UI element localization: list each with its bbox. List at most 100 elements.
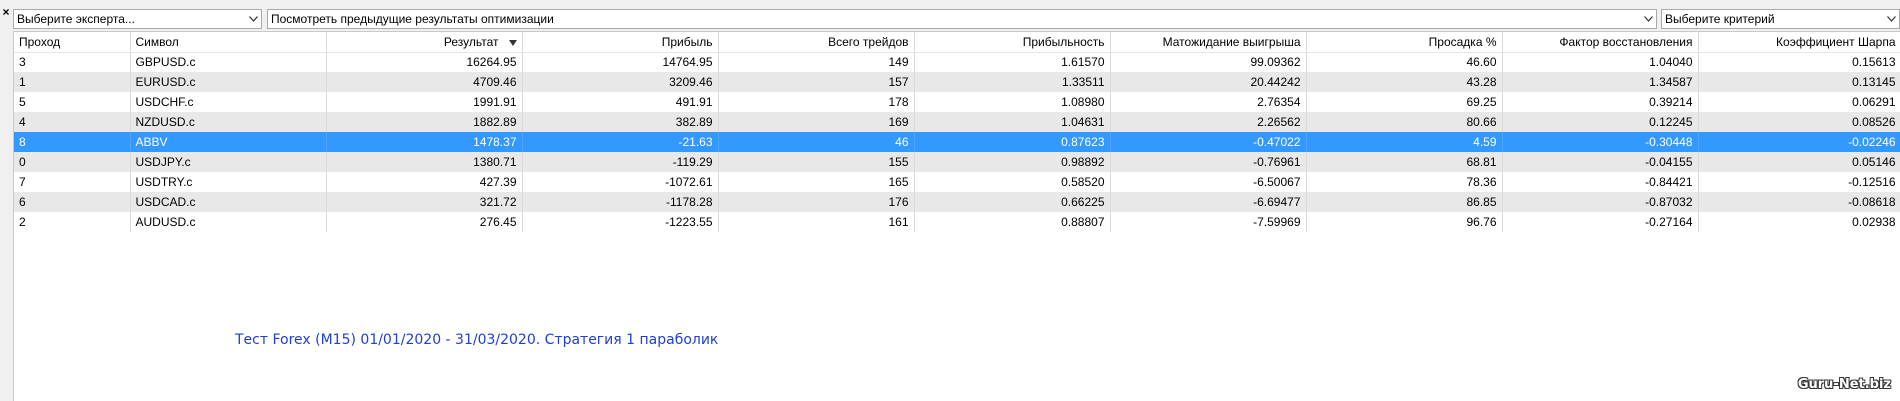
table-cell: 20.44242 <box>1110 72 1307 92</box>
table-cell: -1178.28 <box>522 192 719 212</box>
table-cell: 0.08526 <box>1698 112 1900 132</box>
table-cell: USDTRY.c <box>130 172 327 192</box>
table-cell: USDJPY.c <box>130 152 327 172</box>
table-cell: GBPUSD.c <box>130 52 327 72</box>
table-cell: -7.59969 <box>1110 212 1307 232</box>
test-caption: Тест Forex (M15) 01/01/2020 - 31/03/2020… <box>235 332 719 348</box>
table-row[interactable]: 6 USDCAD.c 321.72 -1178.28 176 0.66225 -6.6947… <box>14 192 1900 212</box>
table-cell: 6 <box>14 192 131 212</box>
table-cell: -1223.55 <box>522 212 719 232</box>
table-cell: 4709.46 <box>326 72 523 92</box>
chevron-down-icon[interactable] <box>245 10 261 28</box>
table-cell: 99.09362 <box>1110 52 1307 72</box>
table-cell: 1.04040 <box>1502 52 1699 72</box>
table-cell: 1.08980 <box>914 92 1111 112</box>
table-cell: 0.05146 <box>1698 152 1900 172</box>
table-cell: 491.91 <box>522 92 719 112</box>
table-cell: 1 <box>14 72 131 92</box>
table-cell: 1882.89 <box>326 112 523 132</box>
table-cell: -0.08618 <box>1698 192 1900 212</box>
column-header-result[interactable]: Результат <box>326 32 523 53</box>
criteria-select[interactable]: Выберите критерий <box>1661 9 1900 29</box>
column-header-recovery-factor[interactable]: Фактор восстановления <box>1502 32 1699 53</box>
table-cell: 8 <box>14 132 131 152</box>
table-cell: 43.28 <box>1306 72 1503 92</box>
close-icon[interactable]: × <box>0 4 12 20</box>
table-cell: 2 <box>14 212 131 232</box>
table-cell: USDCHF.c <box>130 92 327 112</box>
table-cell: 1.33511 <box>914 72 1111 92</box>
table-cell: 1.34587 <box>1502 72 1699 92</box>
previous-results-select[interactable]: Посмотреть предыдущие результаты оптимиз… <box>267 9 1657 29</box>
table-cell: 178 <box>718 92 915 112</box>
previous-results-select-value: Посмотреть предыдущие результаты оптимиз… <box>271 12 554 26</box>
chevron-down-icon[interactable] <box>1883 10 1899 28</box>
table-cell: 1991.91 <box>326 92 523 112</box>
table-cell: 46 <box>718 132 915 152</box>
column-header-drawdown[interactable]: Просадка % <box>1306 32 1503 53</box>
table-cell: -1072.61 <box>522 172 719 192</box>
table-row[interactable]: 4 NZDUSD.c 1882.89 382.89 169 1.04631 2.26562 8… <box>14 112 1900 132</box>
expert-select-value: Выберите эксперта... <box>17 12 135 26</box>
table-row[interactable]: 7 USDTRY.c 427.39 -1072.61 165 0.58520 -6.5006… <box>14 172 1900 192</box>
table-cell: NZDUSD.c <box>130 112 327 132</box>
table-cell: 14764.95 <box>522 52 719 72</box>
table-cell: 2.26562 <box>1110 112 1307 132</box>
table-cell: 382.89 <box>522 112 719 132</box>
column-header-sharpe-ratio[interactable]: Коэффициент Шарпа <box>1698 32 1900 53</box>
table-cell: 165 <box>718 172 915 192</box>
table-cell: 96.76 <box>1306 212 1503 232</box>
table-cell: -0.87032 <box>1502 192 1699 212</box>
table-row[interactable]: 5 USDCHF.c 1991.91 491.91 178 1.08980 2.76354 6… <box>14 92 1900 112</box>
column-header-profit[interactable]: Прибыль <box>522 32 719 53</box>
table-cell: 1.61570 <box>914 52 1111 72</box>
criteria-select-value: Выберите критерий <box>1665 12 1775 26</box>
table-cell: -6.69477 <box>1110 192 1307 212</box>
table-cell: 0.15613 <box>1698 52 1900 72</box>
table-cell: 4 <box>14 112 131 132</box>
table-cell: 2.76354 <box>1110 92 1307 112</box>
table-row[interactable]: 0 USDJPY.c 1380.71 -119.29 155 0.98892 -0.7696… <box>14 152 1900 172</box>
table-cell: AUDUSD.c <box>130 212 327 232</box>
table-cell: 0.06291 <box>1698 92 1900 112</box>
table-cell: 0.98892 <box>914 152 1111 172</box>
table-cell: -0.30448 <box>1502 132 1699 152</box>
table-cell: 0.12245 <box>1502 112 1699 132</box>
column-header-expected-payoff[interactable]: Матожидание выигрыша <box>1110 32 1307 53</box>
table-cell: 161 <box>718 212 915 232</box>
table-cell: 0.58520 <box>914 172 1111 192</box>
table-cell: 321.72 <box>326 192 523 212</box>
table-cell: 276.45 <box>326 212 523 232</box>
watermark-logo: Guru-Net.biz <box>1797 377 1891 392</box>
table-row[interactable]: 3 GBPUSD.c 16264.95 14764.95 149 1.61570 99.09… <box>14 52 1900 72</box>
table-cell: 86.85 <box>1306 192 1503 212</box>
table-cell: -21.63 <box>522 132 719 152</box>
table-cell: 157 <box>718 72 915 92</box>
table-row[interactable]: 1 EURUSD.c 4709.46 3209.46 157 1.33511 20.4424… <box>14 72 1900 92</box>
table-cell: 1478.37 <box>326 132 523 152</box>
table-cell: 0.13145 <box>1698 72 1900 92</box>
table-cell: -0.02246 <box>1698 132 1900 152</box>
table-cell: 1.04631 <box>914 112 1111 132</box>
table-cell: 0.66225 <box>914 192 1111 212</box>
column-header-total-trades[interactable]: Всего трейдов <box>718 32 915 53</box>
column-header-profit-factor[interactable]: Прибыльность <box>914 32 1111 53</box>
column-header-pass[interactable]: Проход <box>14 32 131 53</box>
table-row[interactable]: 2 AUDUSD.c 276.45 -1223.55 161 0.88807 -7.5996… <box>14 212 1900 232</box>
table-cell: -0.84421 <box>1502 172 1699 192</box>
chevron-down-icon[interactable] <box>1640 10 1656 28</box>
column-header-symbol[interactable]: Символ <box>130 32 327 53</box>
table-cell: -0.47022 <box>1110 132 1307 152</box>
table-cell: -0.76961 <box>1110 152 1307 172</box>
table-cell: 0.88807 <box>914 212 1111 232</box>
table-cell: USDCAD.c <box>130 192 327 212</box>
table-cell: 46.60 <box>1306 52 1503 72</box>
table-cell: 78.36 <box>1306 172 1503 192</box>
table-cell: -0.12516 <box>1698 172 1900 192</box>
expert-select[interactable]: Выберите эксперта... <box>13 9 262 29</box>
table-cell: 16264.95 <box>326 52 523 72</box>
table-cell: 155 <box>718 152 915 172</box>
table-cell: -0.04155 <box>1502 152 1699 172</box>
table-cell: EURUSD.c <box>130 72 327 92</box>
table-row[interactable]: 8 ABBV 1478.37 -21.63 46 0.87623 -0.47022 4.59-… <box>14 132 1900 152</box>
